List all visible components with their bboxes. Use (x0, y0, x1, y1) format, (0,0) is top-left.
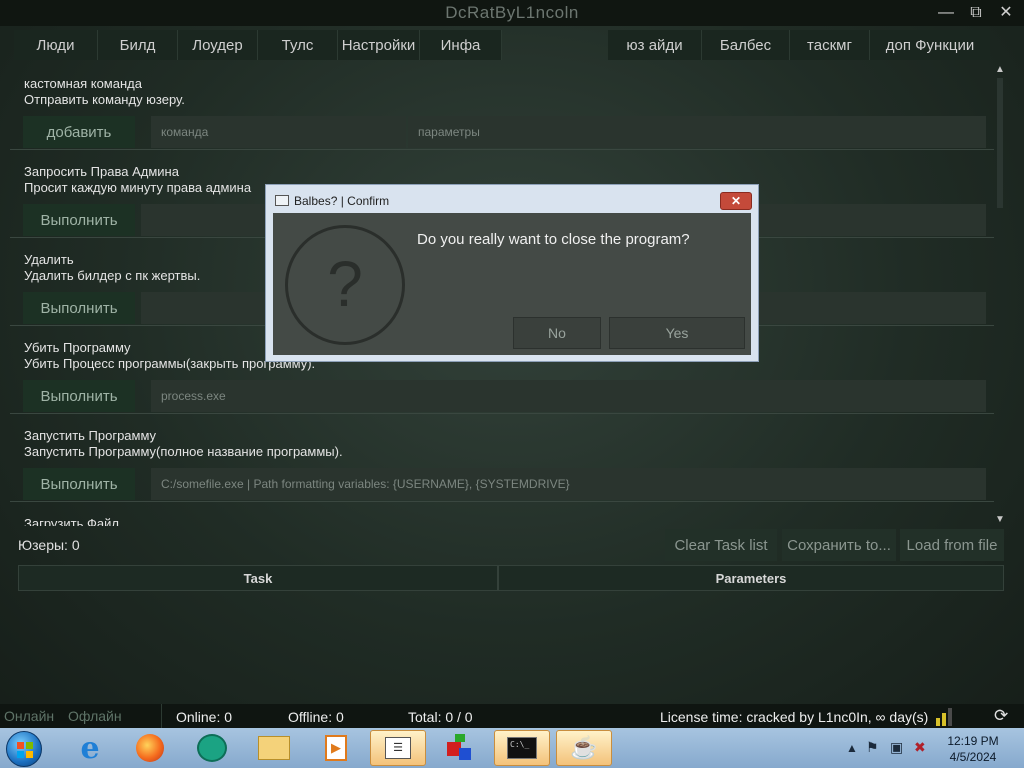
dialog-title: Balbes? | Confirm (294, 194, 390, 208)
process-input[interactable]: process.exe (151, 380, 986, 412)
signal-bars-icon (934, 708, 952, 726)
title-bar: DcRatByL1ncoln — ⧉ ✕ (0, 0, 1024, 26)
network-icon[interactable]: ▣ (890, 739, 903, 756)
maximize-button[interactable]: ⧉ (966, 3, 986, 23)
menu-bar: Люди Билд Лоудер Тулс Настройки Инфа юз … (14, 30, 1010, 60)
section-title: Убить Программу (24, 340, 131, 355)
online-count: Online: 0 (176, 709, 233, 725)
menu-spacer (502, 30, 608, 60)
section-description: Отправить команду юзеру. (24, 92, 185, 107)
offline-tab[interactable]: Офлайн (68, 708, 122, 724)
show-hidden-icons-icon[interactable]: ▲ (846, 741, 858, 755)
offline-count: Offline: 0 (288, 709, 344, 725)
cmd-icon[interactable]: C:\_ (494, 730, 550, 766)
license-time: License time: cracked by L1nc0In, ∞ day(… (660, 709, 929, 725)
execute-button[interactable]: Выполнить (23, 204, 135, 236)
column-task[interactable]: Task (18, 565, 498, 591)
add-command-button[interactable]: добавить (23, 116, 135, 148)
file-explorer-icon[interactable] (246, 730, 302, 766)
minimize-button[interactable]: — (936, 3, 956, 23)
clock-date: 4/5/2024 (949, 750, 997, 764)
menu-settings[interactable]: Настройки (338, 30, 420, 60)
dialog-message: Do you really want to close the program? (417, 231, 690, 248)
execute-button[interactable]: Выполнить (23, 468, 135, 500)
program-path-input[interactable]: C:/somefile.exe | Path formatting variab… (151, 468, 986, 500)
notepad-icon[interactable]: ☰ (370, 730, 426, 766)
parameters-input[interactable]: параметры (408, 116, 986, 148)
section-title: Запустить Программу (24, 428, 157, 443)
taskbar: e ▶ ☰ C:\_ ☕ ▲ ⚑ ▣ ✖ 12:19 PM 4/5/2024 (0, 728, 1024, 768)
section-description: Запустить Программу(полное название прог… (24, 444, 343, 459)
firefox-icon[interactable] (122, 730, 178, 766)
chat-app-icon[interactable] (184, 730, 240, 766)
load-from-file-button[interactable]: Load from file (900, 529, 1004, 561)
save-to-button[interactable]: Сохранить to... (782, 529, 896, 561)
menu-taskmgr[interactable]: таскмг (790, 30, 870, 60)
users-count: Юзеры: 0 (18, 537, 80, 553)
window-title: DcRatByL1ncoln (445, 3, 579, 22)
task-table-header: Task Parameters (18, 565, 1004, 591)
media-player-icon[interactable]: ▶ (308, 730, 364, 766)
menu-tools[interactable]: Тулс (258, 30, 338, 60)
clock-time: 12:19 PM (947, 734, 999, 748)
no-button[interactable]: No (513, 317, 601, 349)
close-button[interactable]: ✕ (996, 3, 1016, 23)
yes-button[interactable]: Yes (609, 317, 745, 349)
total-count: Total: 0 / 0 (408, 709, 473, 725)
menu-balbes[interactable]: Балбес (702, 30, 790, 60)
scroll-down-icon[interactable]: ▼ (994, 514, 1006, 525)
clock[interactable]: 12:19 PM 4/5/2024 (938, 733, 1008, 765)
menu-info[interactable]: Инфа (420, 30, 502, 60)
status-bar: Онлайн Офлайн Online: 0 Offline: 0 Total… (0, 704, 1024, 728)
dialog-body: ? Do you really want to close the progra… (273, 213, 751, 355)
menu-people[interactable]: Люди (14, 30, 98, 60)
section-description: Удалить билдер с пк жертвы. (24, 268, 201, 283)
action-center-flag-icon[interactable]: ⚑ (866, 739, 879, 756)
menu-extra-functions[interactable]: доп Функции (870, 30, 990, 60)
section-title: Удалить (24, 252, 74, 267)
execute-button[interactable]: Выполнить (23, 292, 135, 324)
java-icon[interactable]: ☕ (556, 730, 612, 766)
section-title: Загрузить Файл (24, 516, 119, 526)
menu-loader[interactable]: Лоудер (178, 30, 258, 60)
section-description: Просит каждую минуту права админа (24, 180, 252, 195)
main-window: DcRatByL1ncoln — ⧉ ✕ Люди Билд Лоудер Ту… (0, 0, 1024, 728)
confirm-dialog: Balbes? | Confirm ✕ ? Do you really want… (265, 184, 759, 362)
divider (161, 704, 162, 728)
dialog-close-button[interactable]: ✕ (720, 192, 752, 210)
app-builder-icon[interactable] (432, 730, 488, 766)
column-parameters[interactable]: Parameters (498, 565, 1004, 591)
start-button[interactable] (6, 731, 42, 767)
scroll-thumb[interactable] (997, 78, 1003, 208)
menu-build[interactable]: Билд (98, 30, 178, 60)
scroll-up-icon[interactable]: ▲ (994, 64, 1006, 75)
section-title: Запросить Права Админа (24, 164, 179, 179)
section-title: кастомная команда (24, 76, 142, 91)
task-panel-scrollbar[interactable]: ▲ ▼ (994, 64, 1006, 526)
dialog-app-icon (275, 195, 289, 206)
upload-file-section: Загрузить Файл (10, 504, 994, 526)
menu-user-id[interactable]: юз айди (608, 30, 702, 60)
windows-logo-icon (17, 742, 33, 758)
execute-button[interactable]: Выполнить (23, 380, 135, 412)
refresh-icon[interactable]: ⟳ (994, 706, 1008, 726)
task-table-body[interactable] (18, 591, 1004, 696)
custom-command-section: кастомная команда Отправить команду юзер… (10, 64, 994, 150)
start-program-section: Запустить Программу Запустить Программу(… (10, 416, 994, 502)
online-tab[interactable]: Онлайн (4, 708, 54, 724)
volume-muted-icon[interactable]: ✖ (914, 739, 926, 756)
question-icon: ? (285, 225, 405, 345)
internet-explorer-icon[interactable]: e (62, 730, 118, 766)
command-input[interactable]: команда (151, 116, 406, 148)
clear-task-list-button[interactable]: Clear Task list (665, 529, 777, 561)
